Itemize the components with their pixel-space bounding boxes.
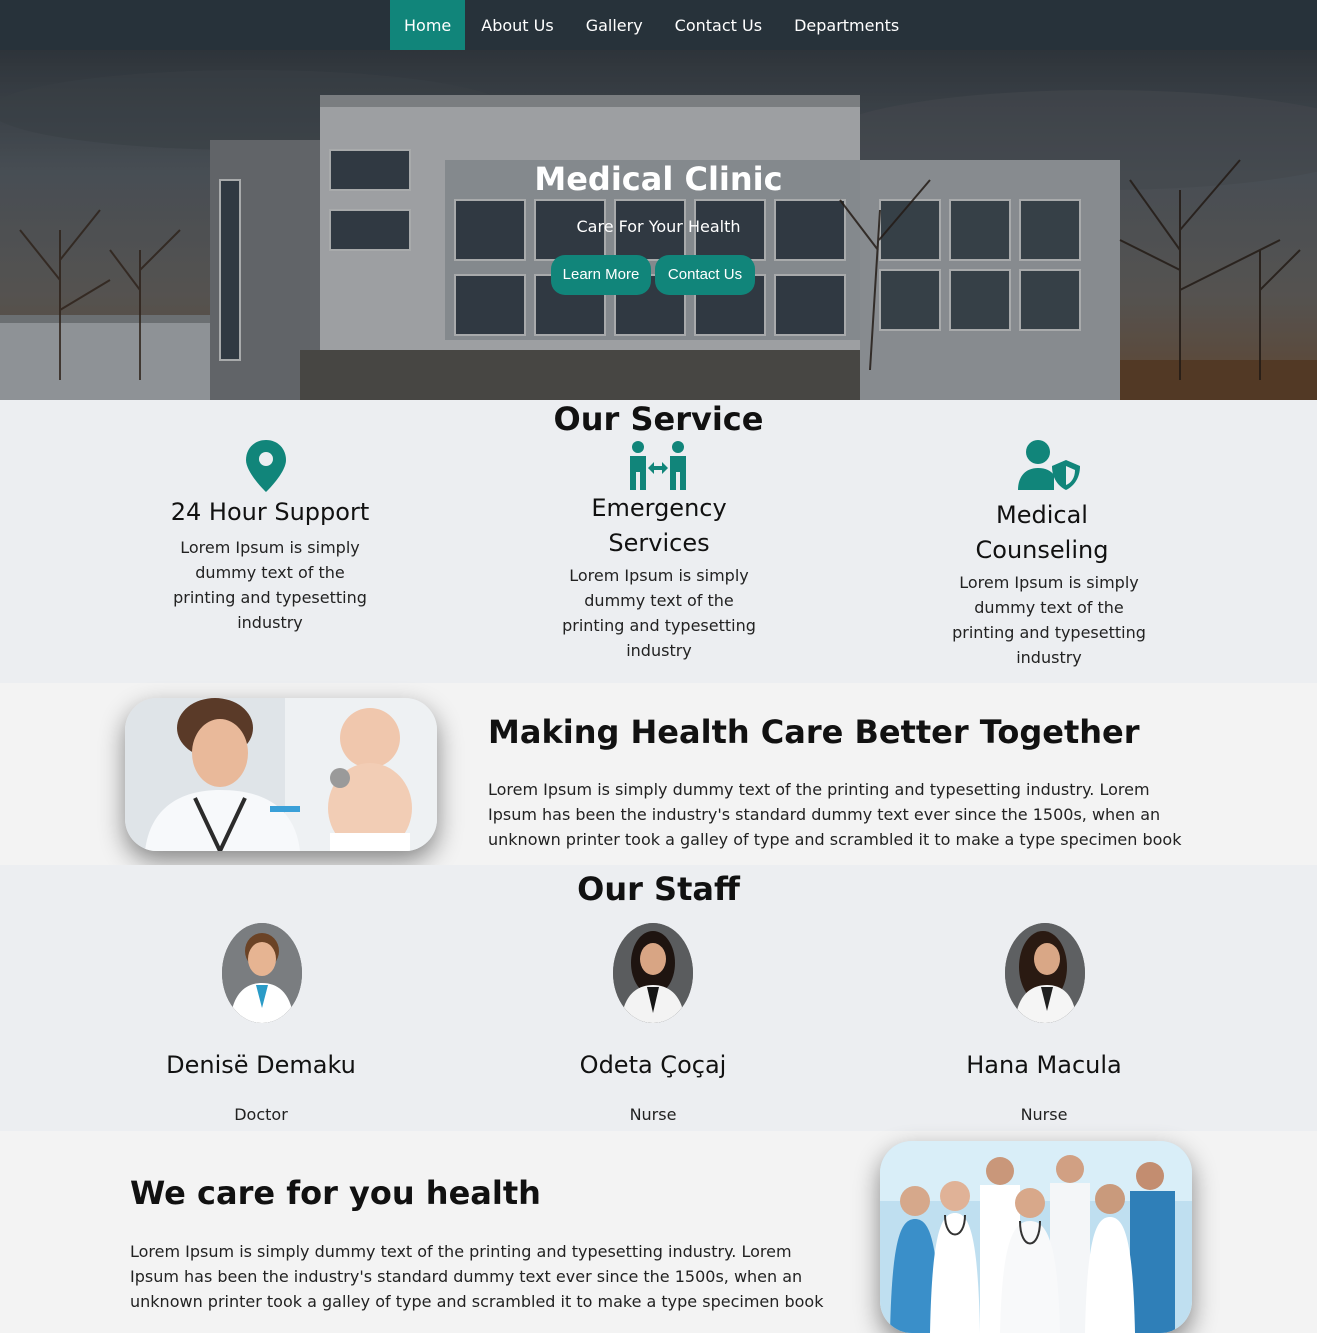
nav-item-gallery[interactable]: Gallery: [570, 0, 659, 50]
staff-title: Our Staff: [577, 870, 740, 908]
top-navbar: Home About Us Gallery Contact Us Departm…: [0, 0, 1317, 50]
about-text: Lorem Ipsum is simply dummy text of the …: [488, 780, 1182, 849]
nav-list: Home About Us Gallery Contact Us Departm…: [390, 0, 915, 50]
about-title: Making Health Care Better Together: [488, 713, 1140, 751]
doctor-baby-image: [125, 698, 437, 851]
staff-avatar: [222, 923, 302, 1023]
staff-avatar: [613, 923, 693, 1023]
staff-card-2: Odeta Çoçaj Nurse: [503, 923, 803, 1128]
learn-more-button[interactable]: Learn More: [551, 255, 651, 295]
about-section: Making Health Care Better Together Lorem…: [0, 683, 1317, 865]
service-title: Medical Counseling: [975, 501, 1109, 564]
staff-name: Hana Macula: [966, 1051, 1122, 1079]
service-text: Lorem Ipsum is simply dummy text of the …: [952, 573, 1146, 667]
nav-item-departments[interactable]: Departments: [778, 0, 915, 50]
service-card-24-hour-support: 24 Hour Support Lorem Ipsum is simply du…: [160, 495, 380, 635]
medical-team-image: [880, 1141, 1192, 1333]
hero-subtitle: Care For Your Health: [576, 217, 741, 236]
care-text: Lorem Ipsum is simply dummy text of the …: [130, 1242, 824, 1311]
care-section: We care for you health Lorem Ipsum is si…: [0, 1131, 1317, 1333]
staff-role: Nurse: [1020, 1105, 1068, 1124]
hero-banner: Medical Clinic Care For Your Health Lear…: [0, 50, 1317, 400]
hero-title: Medical Clinic: [534, 160, 783, 198]
staff-role: Nurse: [629, 1105, 677, 1124]
service-text: Lorem Ipsum is simply dummy text of the …: [173, 538, 367, 632]
staff-role: Doctor: [234, 1105, 288, 1124]
location-pin-icon: [246, 440, 286, 492]
people-arrows-icon: [630, 441, 686, 490]
services-title: Our Service: [553, 400, 764, 438]
staff-card-3: Hana Macula Nurse: [894, 923, 1194, 1128]
care-title: We care for you health: [130, 1174, 541, 1212]
staff-avatar: [1005, 923, 1085, 1023]
staff-name: Odeta Çoçaj: [579, 1051, 727, 1079]
staff-section: Our Staff Denisë Demaku Doctor Odeta Çoç…: [0, 865, 1317, 1131]
services-section: Our Service 24 Hour Support Lorem Ipsum …: [0, 400, 1317, 683]
service-title: Emergency Services: [591, 494, 727, 557]
user-shield-icon: [1018, 440, 1080, 490]
contact-us-button[interactable]: Contact Us: [655, 255, 755, 295]
service-card-medical-counseling: Medical Counseling Lorem Ipsum is simply…: [940, 498, 1158, 670]
staff-card-1: Denisë Demaku Doctor: [111, 923, 411, 1128]
nav-item-about-us[interactable]: About Us: [465, 0, 569, 50]
staff-name: Denisë Demaku: [166, 1051, 356, 1079]
nav-item-contact-us[interactable]: Contact Us: [659, 0, 778, 50]
service-title: 24 Hour Support: [170, 498, 370, 526]
service-text: Lorem Ipsum is simply dummy text of the …: [562, 566, 756, 660]
service-card-emergency-services: Emergency Services Lorem Ipsum is simply…: [550, 491, 768, 663]
nav-item-home[interactable]: Home: [390, 0, 466, 50]
